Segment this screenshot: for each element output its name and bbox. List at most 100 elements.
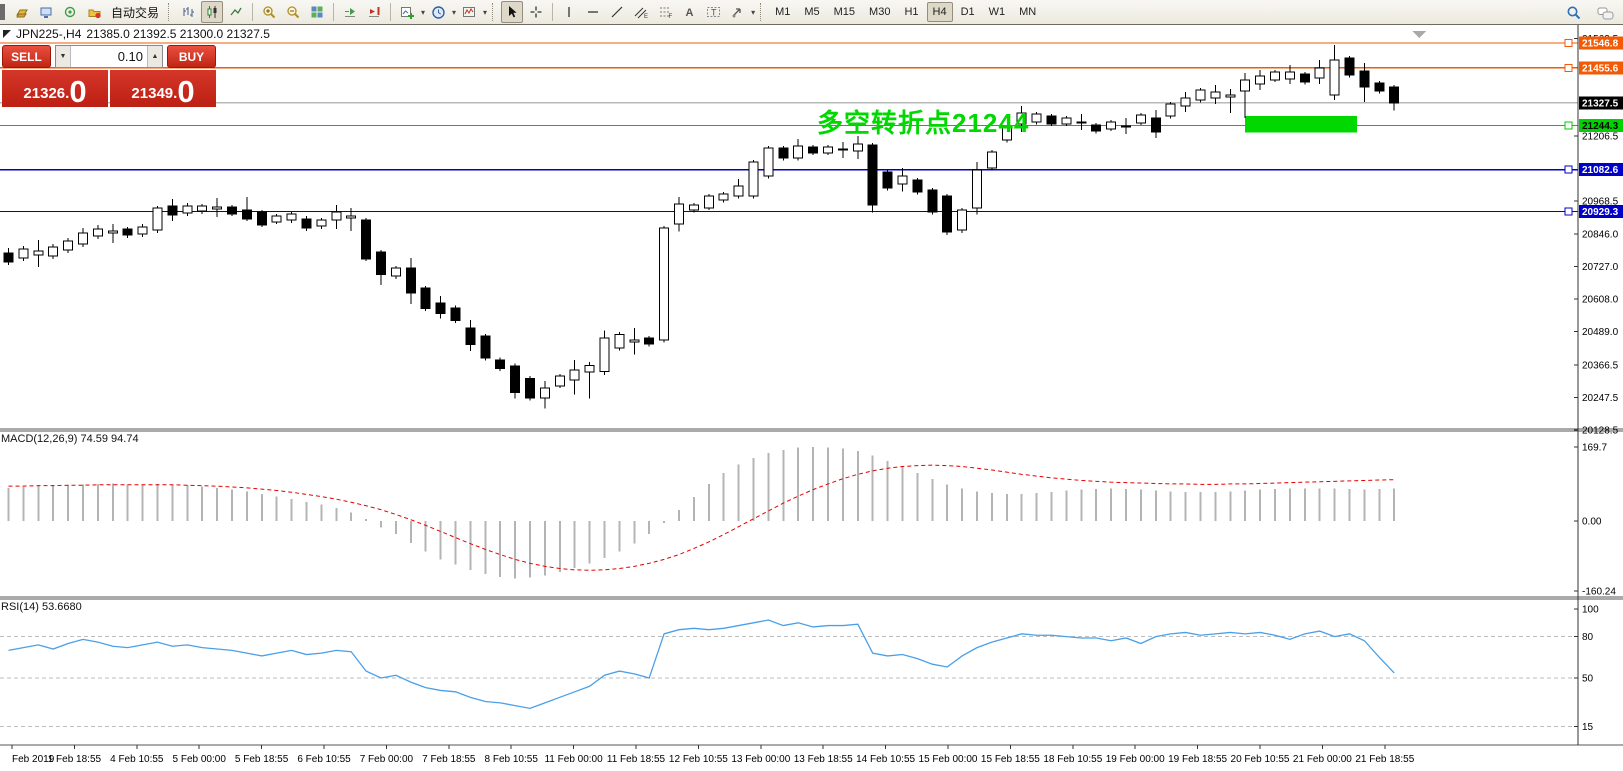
- time-tick-label: 1 Feb 18:55: [48, 754, 102, 765]
- price-badge-label: 21546.8: [1582, 39, 1619, 50]
- channel-icon[interactable]: E: [630, 1, 652, 23]
- tab-mn[interactable]: MN: [1013, 2, 1042, 22]
- toolbar-separator: [333, 3, 334, 21]
- crosshair-icon[interactable]: [525, 1, 547, 23]
- rsi-label: RSI(14) 53.6680: [1, 601, 82, 613]
- price-tick-label: 20366.5: [1582, 361, 1619, 372]
- tab-m15[interactable]: M15: [828, 2, 861, 22]
- candle-body: [183, 206, 192, 213]
- buy-button[interactable]: BUY: [167, 45, 216, 68]
- candle-body: [734, 186, 743, 196]
- tab-h1[interactable]: H1: [898, 2, 924, 22]
- candle-body: [660, 228, 669, 340]
- buy-quote-button[interactable]: 21349.0: [110, 70, 216, 107]
- candle-body: [34, 251, 43, 255]
- level-handle[interactable]: [1565, 166, 1572, 173]
- truncated-icon: [0, 4, 5, 20]
- candle-body: [1256, 76, 1265, 84]
- chart-canvas[interactable]: 21563.521206.520968.520846.020727.020608…: [0, 0, 1623, 771]
- rsi-tick-label: 80: [1582, 632, 1594, 643]
- candle-body: [1151, 118, 1160, 132]
- price-tick-label: 20489.0: [1582, 327, 1619, 338]
- chevron-down-icon[interactable]: ▾: [452, 8, 456, 17]
- macd-tick-label: 0.00: [1582, 517, 1602, 528]
- sell-quote-button[interactable]: 21326.0: [2, 70, 108, 107]
- time-tick-label: 4 Feb 10:55: [110, 754, 164, 765]
- candle-body: [1181, 98, 1190, 106]
- autotrading-button[interactable]: 自动交易: [107, 4, 163, 21]
- candle-body: [1285, 72, 1294, 79]
- zoom-in-icon[interactable]: [258, 1, 280, 23]
- horizontal-line-icon[interactable]: [582, 1, 604, 23]
- text-label-icon[interactable]: T: [702, 1, 724, 23]
- candle-body: [1196, 90, 1205, 100]
- candle-body: [526, 378, 535, 398]
- auto-scroll-icon[interactable]: [339, 1, 361, 23]
- candle-body: [93, 229, 102, 236]
- tab-m5[interactable]: M5: [798, 2, 825, 22]
- candle-body: [213, 207, 222, 209]
- candle-body: [1375, 83, 1384, 91]
- svg-text:A: A: [686, 7, 694, 19]
- terminal-icon[interactable]: [35, 1, 57, 23]
- chevron-down-icon[interactable]: ▾: [751, 8, 755, 17]
- highlight-rectangle[interactable]: [1245, 116, 1357, 133]
- template-icon[interactable]: [458, 1, 480, 23]
- level-handle[interactable]: [1565, 40, 1572, 47]
- tab-m1[interactable]: M1: [769, 2, 796, 22]
- chevron-down-icon[interactable]: ▾: [421, 8, 425, 17]
- volume-decrease-icon[interactable]: ▼: [56, 46, 71, 67]
- chart-shift-icon[interactable]: [363, 1, 385, 23]
- candle-body: [49, 247, 58, 256]
- bar-chart-icon[interactable]: [177, 1, 199, 23]
- tab-m30[interactable]: M30: [863, 2, 896, 22]
- candle-body: [1390, 87, 1399, 103]
- chat-icon[interactable]: [1595, 2, 1617, 24]
- periods-clock-icon[interactable]: [427, 1, 449, 23]
- sell-button[interactable]: SELL: [2, 45, 51, 68]
- trendline-icon[interactable]: [606, 1, 628, 23]
- arrows-icon[interactable]: [726, 1, 748, 23]
- price-badge-label: 21455.6: [1582, 63, 1619, 74]
- chart-shift-marker[interactable]: [1412, 31, 1426, 38]
- zoom-out-icon[interactable]: [282, 1, 304, 23]
- line-chart-icon[interactable]: [225, 1, 247, 23]
- candle-body: [79, 233, 88, 244]
- fibonacci-icon[interactable]: F: [654, 1, 676, 23]
- candle-body: [1330, 60, 1339, 95]
- text-icon[interactable]: A: [678, 1, 700, 23]
- tab-h4[interactable]: H4: [927, 2, 953, 22]
- market-icon[interactable]: [11, 1, 33, 23]
- chevron-down-icon[interactable]: ▾: [483, 8, 487, 17]
- candle-body: [675, 204, 684, 224]
- candle-body: [406, 268, 415, 293]
- candle-body: [958, 210, 967, 230]
- search-icon[interactable]: [1563, 2, 1585, 24]
- candle-body: [1136, 115, 1145, 123]
- candle-body: [600, 338, 609, 372]
- buy-price: 21349: [131, 85, 173, 102]
- add-indicator-icon[interactable]: [396, 1, 418, 23]
- candle-body: [809, 147, 818, 153]
- candlestick-chart-icon[interactable]: [201, 1, 223, 23]
- signals-icon[interactable]: [59, 1, 81, 23]
- volume-increase-icon[interactable]: ▲: [147, 46, 162, 67]
- level-handle[interactable]: [1565, 64, 1572, 71]
- time-tick-label: 15 Feb 18:55: [981, 754, 1040, 765]
- tile-windows-icon[interactable]: [306, 1, 328, 23]
- time-tick-label: 6 Feb 10:55: [297, 754, 351, 765]
- cursor-icon[interactable]: [501, 1, 523, 23]
- time-tick-label: 11 Feb 18:55: [607, 754, 666, 765]
- level-handle[interactable]: [1565, 208, 1572, 215]
- tab-d1[interactable]: D1: [955, 2, 981, 22]
- price-badge-label: 21082.6: [1582, 165, 1619, 176]
- alerts-folder-icon[interactable]: [83, 1, 105, 23]
- time-tick-label: 14 Feb 10:55: [856, 754, 915, 765]
- level-handle[interactable]: [1565, 122, 1572, 129]
- volume-input[interactable]: [71, 46, 147, 67]
- tab-w1[interactable]: W1: [983, 2, 1012, 22]
- candle-body: [615, 334, 624, 348]
- vertical-line-icon[interactable]: [558, 1, 580, 23]
- time-tick-label: 7 Feb 18:55: [422, 754, 476, 765]
- candle-body: [257, 212, 266, 225]
